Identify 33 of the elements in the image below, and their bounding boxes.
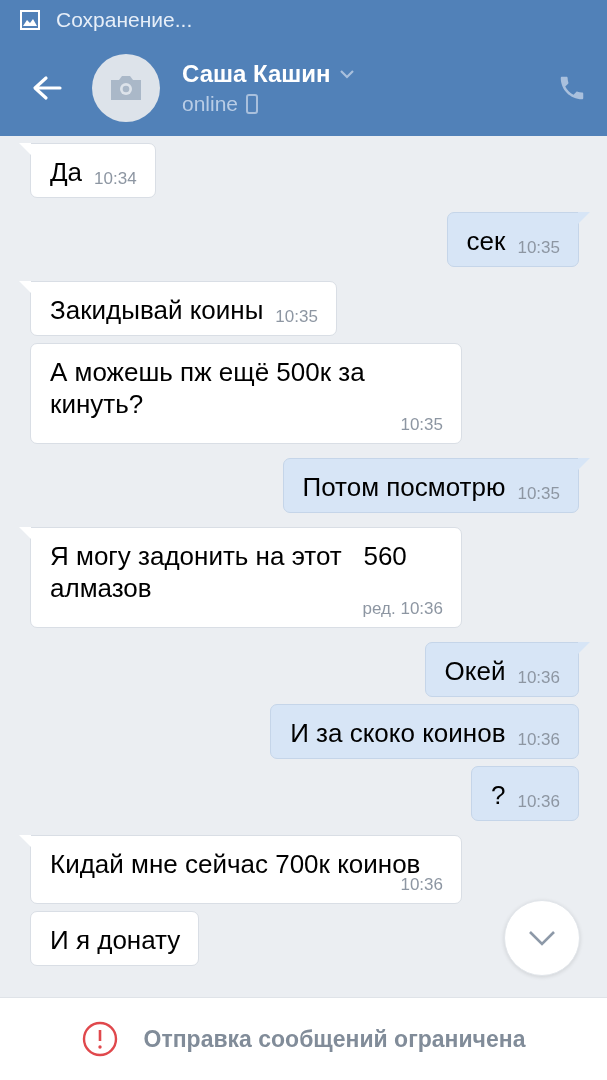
warning-icon — [81, 1021, 118, 1057]
chevron-down-icon — [528, 930, 556, 946]
message-time: ред. 10:36 — [362, 600, 443, 618]
message-text: Окей — [444, 655, 506, 687]
message-time: 10:34 — [94, 170, 137, 188]
back-icon[interactable] — [32, 75, 62, 101]
phone-device-icon — [246, 94, 259, 114]
message-text: Да — [50, 156, 83, 188]
restriction-notice: Отправка сообщений ограничена — [143, 1025, 526, 1053]
image-icon — [20, 10, 40, 30]
message-text: сек — [466, 225, 506, 257]
message-text: Кидай мне сейчас 700к коинов — [50, 848, 421, 879]
message-text: Потом посмотрю — [302, 471, 506, 503]
message-time: 10:35 — [275, 308, 318, 326]
status-text: Сохранение... — [56, 8, 193, 32]
message-time: 10:36 — [517, 669, 560, 687]
message-time: 10:35 — [517, 239, 560, 257]
scroll-down-button[interactable] — [504, 900, 580, 976]
message-time: 10:36 — [517, 793, 560, 811]
message-text: Я могу задонить на этот 560 алмазов — [50, 540, 407, 603]
contact-name[interactable]: Саша Кашин — [182, 60, 331, 88]
camera-icon — [109, 75, 143, 101]
online-status: online — [182, 92, 239, 116]
message-text: Закидывай коины — [50, 294, 264, 326]
message-time: 10:35 — [400, 416, 443, 434]
message-time: 10:36 — [517, 731, 560, 749]
chevron-down-icon[interactable] — [338, 69, 355, 79]
message-text: И за скоко коинов — [290, 717, 506, 749]
message-time: 10:36 — [400, 876, 443, 894]
message-time: 10:35 — [517, 485, 560, 503]
message-text: ? — [491, 779, 506, 811]
message-text: А можешь пж ещё 500к за кинуть? — [50, 356, 366, 420]
message-text: И я донату — [50, 924, 181, 956]
